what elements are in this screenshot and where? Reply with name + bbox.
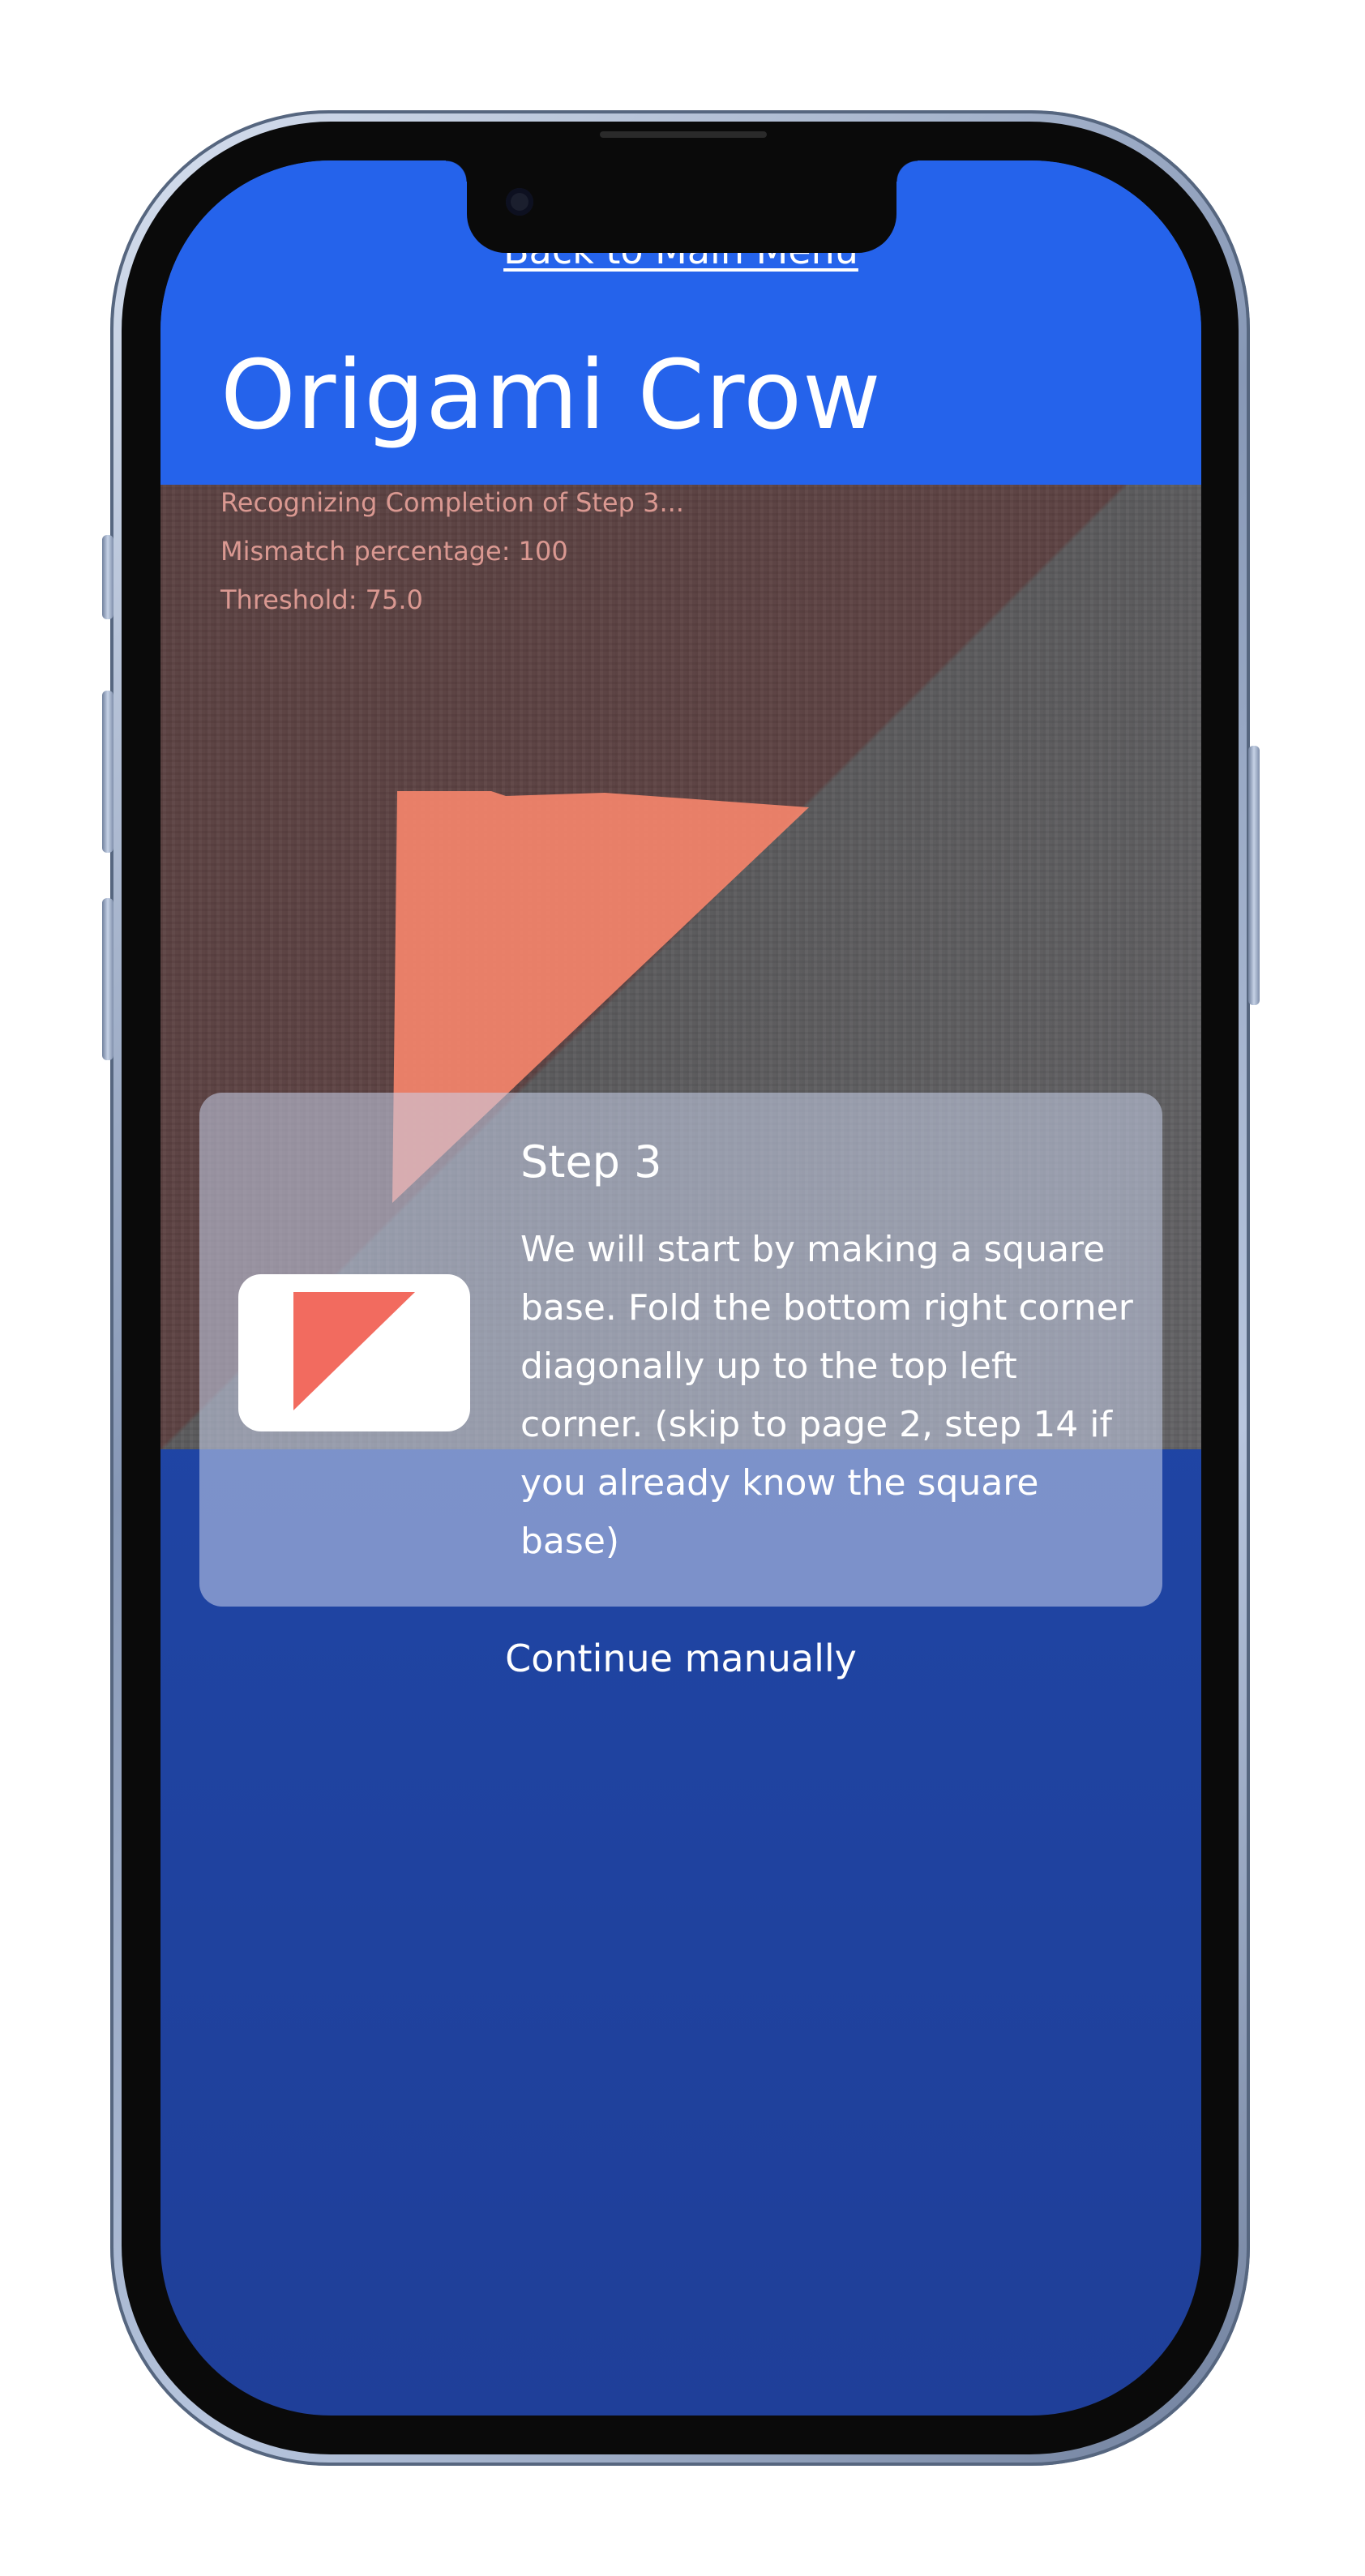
status-threshold: Threshold: 75.0 (220, 584, 423, 615)
continue-manually-button[interactable]: Continue manually (160, 1636, 1201, 1681)
step-description: We will start by making a square base. F… (520, 1229, 1133, 1562)
status-recognizing: Recognizing Completion of Step 3... (220, 487, 684, 518)
earpiece-speaker (600, 131, 767, 138)
recognition-status: Recognizing Completion of Step 3... Mism… (220, 478, 684, 624)
status-mismatch: Mismatch percentage: 100 (220, 536, 568, 567)
power-button (1248, 746, 1260, 1005)
app-screen: Back to Main Menu Origami Crow Recognizi… (160, 160, 1201, 2416)
step-thumbnail (238, 1274, 470, 1431)
mute-switch (102, 535, 113, 619)
step-heading: Step 3 (520, 1136, 662, 1187)
folded-triangle-icon (293, 1292, 415, 1410)
front-camera-icon (506, 188, 533, 216)
volume-up-button (102, 691, 113, 853)
page-title: Origami Crow (220, 339, 882, 451)
step-card: Step 3 We will start by making a square … (199, 1093, 1162, 1607)
volume-down-button (102, 898, 113, 1060)
